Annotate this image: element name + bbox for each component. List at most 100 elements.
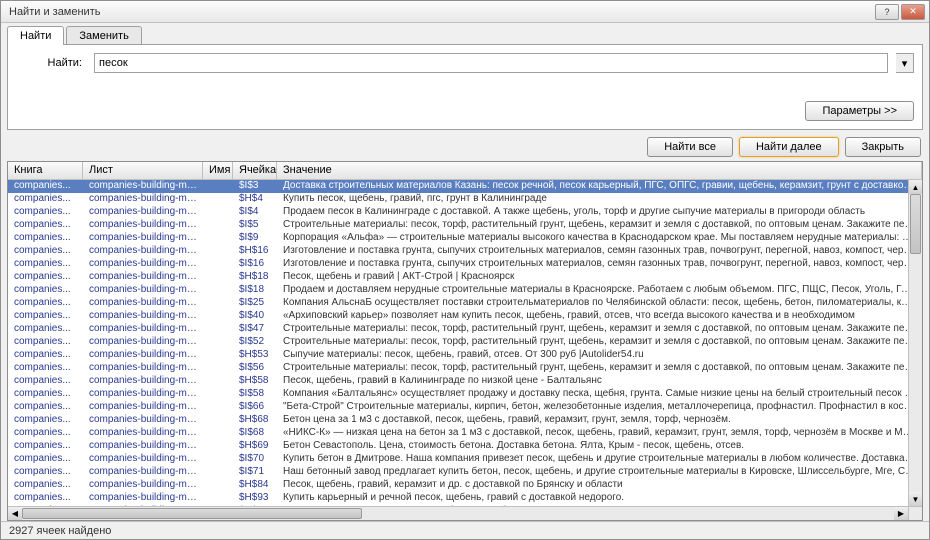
cell-name <box>203 271 233 284</box>
cell-sheet: companies-building-material <box>83 297 203 310</box>
table-row[interactable]: companies...companies-building-material$… <box>8 245 922 258</box>
table-row[interactable]: companies...companies-building-material$… <box>8 180 922 193</box>
cell-sheet: companies-building-material <box>83 375 203 388</box>
cell-book: companies... <box>8 427 83 440</box>
cell-book: companies... <box>8 297 83 310</box>
cell-sheet: companies-building-material <box>83 284 203 297</box>
cell-sheet: companies-building-material <box>83 414 203 427</box>
find-input[interactable] <box>94 53 888 73</box>
table-row[interactable]: companies...companies-building-material$… <box>8 232 922 245</box>
find-dropdown[interactable]: ▾ <box>896 53 914 73</box>
horizontal-scrollbar[interactable]: ◀ ▶ <box>8 506 908 520</box>
scroll-left-icon[interactable]: ◀ <box>8 507 22 520</box>
cell-book: companies... <box>8 414 83 427</box>
col-cell[interactable]: Ячейка <box>233 162 277 179</box>
cell-sheet: companies-building-material <box>83 258 203 271</box>
table-row[interactable]: companies...companies-building-material$… <box>8 466 922 479</box>
cell-value: Бетон Севастополь. Цена, стоимость бетон… <box>277 440 922 453</box>
cell-name <box>203 362 233 375</box>
cell-value: Сыпучие материалы: песок, щебень, гравий… <box>277 349 922 362</box>
cell-book: companies... <box>8 466 83 479</box>
params-button[interactable]: Параметры >> <box>805 101 914 121</box>
scroll-right-icon[interactable]: ▶ <box>894 507 908 520</box>
statusbar: 2927 ячеек найдено <box>1 521 929 539</box>
cell-book: companies... <box>8 492 83 505</box>
cell-sheet: companies-building-material <box>83 180 203 193</box>
cell-value: Корпорация «Альфа» — строительные матери… <box>277 232 922 245</box>
table-row[interactable]: companies...companies-building-material$… <box>8 323 922 336</box>
table-row[interactable]: companies...companies-building-material $… <box>8 297 922 310</box>
window-close-button[interactable]: ✕ <box>901 4 925 20</box>
cell-name <box>203 323 233 336</box>
cell-ref: $I$70 <box>233 453 277 466</box>
table-row[interactable]: companies...companies-building-material$… <box>8 271 922 284</box>
cell-value: Изготовление и поставка грунта, сыпучих … <box>277 245 922 258</box>
cell-value: Строительные материалы: песок, торф, рас… <box>277 362 922 375</box>
tab-replace[interactable]: Заменить <box>66 26 141 45</box>
cell-book: companies... <box>8 284 83 297</box>
cell-name <box>203 206 233 219</box>
table-row[interactable]: companies...companies-building-material$… <box>8 362 922 375</box>
cell-ref: $I$3 <box>233 180 277 193</box>
cell-value: Наш бетонный завод предлагает купить бет… <box>277 466 922 479</box>
cell-sheet: companies-building-material <box>83 323 203 336</box>
cell-sheet: companies-building-material <box>83 388 203 401</box>
table-row[interactable]: companies...companies-building-material$… <box>8 414 922 427</box>
cell-name <box>203 401 233 414</box>
cell-name <box>203 336 233 349</box>
table-row[interactable]: companies...companies-building-material$… <box>8 492 922 505</box>
hscroll-thumb[interactable] <box>22 508 362 519</box>
cell-name <box>203 349 233 362</box>
cell-ref: $I$25 <box>233 297 277 310</box>
tabs: Найти Заменить <box>1 23 929 45</box>
table-row[interactable]: companies...companies-building-material$… <box>8 440 922 453</box>
cell-book: companies... <box>8 440 83 453</box>
col-value[interactable]: Значение <box>277 162 922 179</box>
table-row[interactable]: companies...companies-building-material$… <box>8 479 922 492</box>
cell-sheet: companies-building-material <box>83 479 203 492</box>
window-title: Найти и заменить <box>5 6 875 18</box>
cell-name <box>203 492 233 505</box>
table-row[interactable]: companies...companies-building-material$… <box>8 375 922 388</box>
table-row[interactable]: companies...companies-building-material$… <box>8 401 922 414</box>
cell-sheet: companies-building-material <box>83 232 203 245</box>
table-row[interactable]: companies...companies-building-material $… <box>8 427 922 440</box>
cell-sheet: companies-building-material <box>83 349 203 362</box>
scroll-up-icon[interactable]: ▲ <box>909 180 922 194</box>
table-row[interactable]: companies...companies-building-material$… <box>8 388 922 401</box>
cell-sheet: companies-building-material <box>83 401 203 414</box>
table-row[interactable]: companies...companies-building-material$… <box>8 193 922 206</box>
cell-value: «НИКС-К» — низкая цена на бетон за 1 м3 … <box>277 427 922 440</box>
cell-book: companies... <box>8 362 83 375</box>
table-row[interactable]: companies...companies-building-material$… <box>8 284 922 297</box>
cell-name <box>203 180 233 193</box>
table-row[interactable]: companies...companies-building-material$… <box>8 349 922 362</box>
cell-ref: $I$47 <box>233 323 277 336</box>
cell-ref: $I$68 <box>233 427 277 440</box>
cell-book: companies... <box>8 375 83 388</box>
tab-find[interactable]: Найти <box>7 26 64 45</box>
table-row[interactable]: companies...companies-building-material$… <box>8 258 922 271</box>
help-button[interactable]: ? <box>875 4 899 20</box>
cell-name <box>203 232 233 245</box>
vscroll-thumb[interactable] <box>910 194 921 254</box>
cell-sheet: companies-building-material <box>83 427 203 440</box>
col-sheet[interactable]: Лист <box>83 162 203 179</box>
find-all-button[interactable]: Найти все <box>647 137 733 157</box>
find-next-button[interactable]: Найти далее <box>739 137 839 157</box>
table-row[interactable]: companies...companies-building-material$… <box>8 206 922 219</box>
close-button[interactable]: Закрыть <box>845 137 921 157</box>
table-row[interactable]: companies...companies-building-material$… <box>8 219 922 232</box>
cell-value: Строительные материалы: песок, торф, рас… <box>277 219 922 232</box>
col-name[interactable]: Имя <box>203 162 233 179</box>
cell-name <box>203 193 233 206</box>
cell-ref: $I$16 <box>233 258 277 271</box>
table-row[interactable]: companies...companies-building-material$… <box>8 453 922 466</box>
vertical-scrollbar[interactable]: ▲ ▼ <box>908 180 922 506</box>
cell-value: Купить бетон в Дмитрове. Наша компания п… <box>277 453 922 466</box>
cell-name <box>203 284 233 297</box>
scroll-down-icon[interactable]: ▼ <box>909 492 922 506</box>
table-row[interactable]: companies...companies-building-material$… <box>8 310 922 323</box>
col-book[interactable]: Книга <box>8 162 83 179</box>
table-row[interactable]: companies...companies-building-material$… <box>8 336 922 349</box>
